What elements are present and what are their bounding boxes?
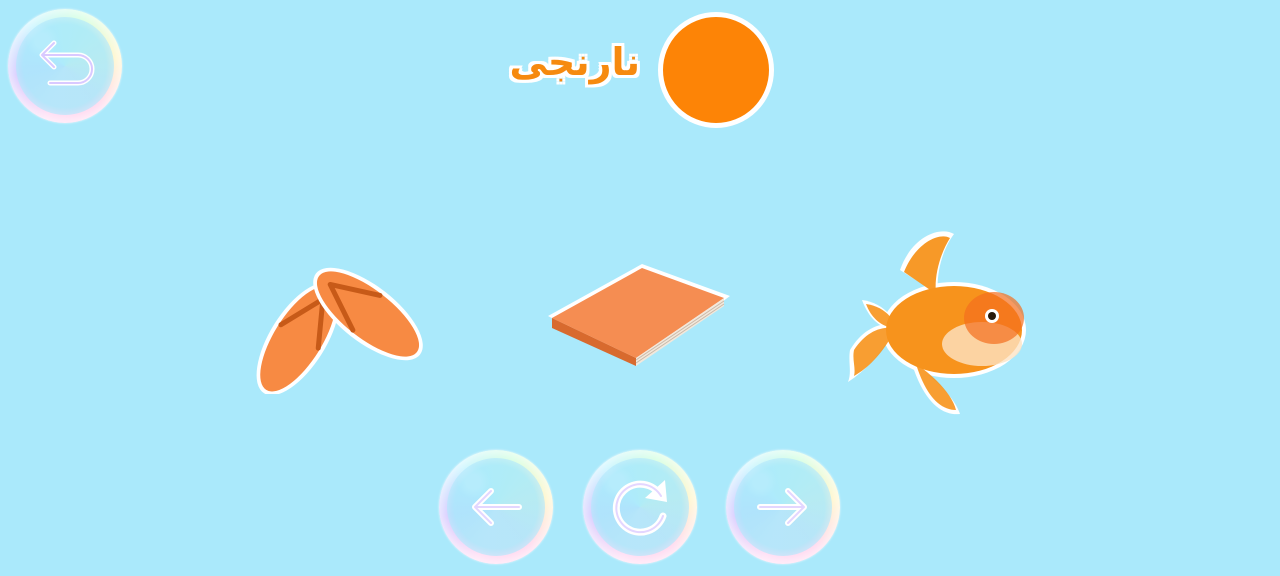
refresh-icon	[612, 480, 667, 536]
next-button[interactable]	[726, 450, 840, 564]
previous-button[interactable]	[439, 450, 553, 564]
goldfish-image[interactable]	[842, 226, 1038, 418]
color-name-label: نارنجی	[509, 40, 640, 84]
game-screen: نارنجی	[0, 0, 1280, 576]
flip-flops-image[interactable]	[238, 244, 446, 394]
replay-button[interactable]	[583, 450, 697, 564]
color-swatch	[658, 12, 774, 128]
arrow-left-icon	[472, 488, 522, 526]
arrow-right-icon	[757, 488, 807, 526]
back-button[interactable]	[8, 9, 122, 123]
return-arrow-icon	[39, 40, 95, 86]
book-image[interactable]	[546, 262, 732, 368]
